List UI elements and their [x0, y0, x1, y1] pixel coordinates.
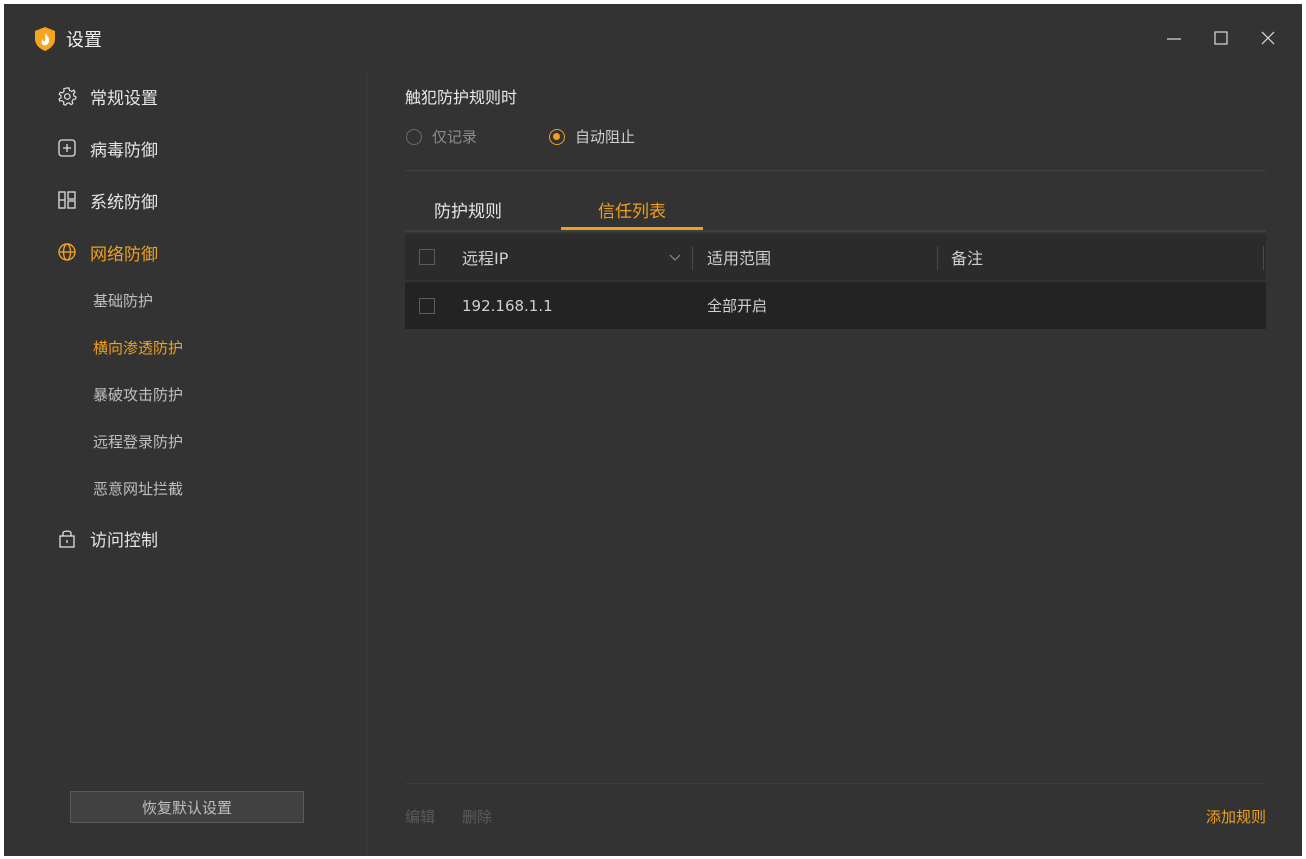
minimize-button[interactable] [1154, 22, 1194, 54]
sidebar-item-virus-defense[interactable]: 病毒防御 [56, 130, 158, 166]
layout-icon [56, 189, 78, 211]
maximize-icon [1214, 31, 1228, 45]
add-rule-button[interactable]: 添加规则 [1206, 806, 1266, 827]
sidebar-item-system-defense[interactable]: 系统防御 [56, 182, 158, 218]
plus-square-icon [56, 137, 78, 159]
section-title: 触犯防护规则时 [405, 88, 518, 107]
sidebar-subitem-remote-login[interactable]: 远程登录防护 [93, 426, 183, 456]
sidebar-item-label: 系统防御 [90, 192, 158, 213]
cell-scope: 全部开启 [707, 297, 768, 315]
gear-icon [56, 85, 78, 107]
edit-button[interactable]: 编辑 [405, 806, 435, 827]
tab-underline [405, 230, 1266, 232]
column-header-scope[interactable]: 适用范围 [707, 234, 771, 280]
close-button[interactable] [1248, 22, 1288, 54]
chevron-down-icon[interactable] [669, 251, 681, 263]
lock-icon [56, 527, 78, 549]
column-separator [692, 246, 693, 270]
column-header-note[interactable]: 备注 [951, 234, 983, 280]
minimize-icon [1167, 38, 1181, 40]
radio-circle [549, 128, 565, 145]
reset-defaults-button[interactable]: 恢复默认设置 [70, 791, 304, 823]
divider [405, 170, 1266, 171]
sidebar-divider [366, 72, 367, 856]
sidebar-item-label: 常规设置 [90, 88, 158, 109]
sidebar-item-label: 网络防御 [90, 244, 158, 265]
radio-auto-block[interactable]: 自动阻止 [549, 126, 635, 147]
title-bar: 设置 [4, 4, 1302, 72]
table-header: 远程IP 适用范围 备注 [405, 234, 1266, 280]
settings-window: 设置 常规设置 病毒防御 系统防御 网络防御 基础防护 横向渗透防护 暴破攻击防… [4, 4, 1302, 856]
sidebar-item-label: 访问控制 [90, 530, 158, 551]
radio-label: 仅记录 [432, 128, 478, 146]
window-title: 设置 [66, 30, 102, 51]
column-separator [937, 246, 938, 270]
column-separator [1263, 246, 1264, 270]
sidebar-subitem-lateral-movement[interactable]: 横向渗透防护 [93, 332, 183, 362]
table-row[interactable]: 192.168.1.1 全部开启 [405, 282, 1266, 329]
radio-circle [406, 128, 422, 145]
tab-protection-rules[interactable]: 防护规则 [420, 188, 516, 230]
sidebar-item-label: 病毒防御 [90, 140, 158, 161]
sidebar-item-access-control[interactable]: 访问控制 [56, 520, 158, 556]
sidebar-subitem-malicious-url[interactable]: 恶意网址拦截 [93, 473, 183, 503]
sidebar-item-network-defense[interactable]: 网络防御 [56, 234, 158, 270]
sidebar-item-general-settings[interactable]: 常规设置 [56, 78, 158, 114]
close-icon [1261, 31, 1275, 45]
globe-icon [56, 241, 78, 263]
cell-remote-ip: 192.168.1.1 [462, 296, 553, 315]
sidebar-subitem-basic-protection[interactable]: 基础防护 [93, 285, 153, 315]
radio-label: 自动阻止 [575, 128, 636, 146]
tab-trust-list[interactable]: 信任列表 [561, 188, 703, 230]
column-header-remote-ip[interactable]: 远程IP [462, 234, 508, 280]
delete-button[interactable]: 删除 [462, 806, 492, 827]
select-all-checkbox[interactable] [419, 249, 435, 265]
shield-logo-icon [35, 27, 55, 51]
sidebar-subitem-brute-force[interactable]: 暴破攻击防护 [93, 379, 183, 409]
radio-log-only[interactable]: 仅记录 [406, 126, 477, 147]
footer-divider [405, 783, 1266, 784]
maximize-button[interactable] [1201, 22, 1241, 54]
row-checkbox[interactable] [419, 298, 435, 314]
